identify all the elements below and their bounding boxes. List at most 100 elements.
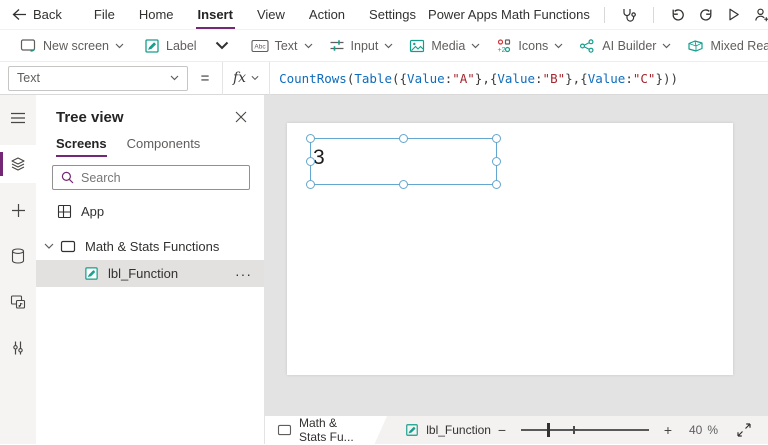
new-screen-button[interactable]: New screen (12, 38, 132, 53)
redo-icon (698, 7, 714, 23)
menu-file[interactable]: File (82, 1, 127, 28)
zoom-slider-tick (570, 429, 578, 431)
ai-builder-icon (579, 38, 596, 54)
layers-icon (10, 156, 26, 172)
menu-action[interactable]: Action (297, 1, 357, 28)
fullscreen-button[interactable] (732, 418, 756, 442)
resize-handle-bottom-middle[interactable] (399, 180, 408, 189)
text-menu-button[interactable]: Abc Text (243, 39, 321, 53)
media-menu-button[interactable]: Media (401, 39, 488, 53)
control-breadcrumb[interactable]: lbl_Function (405, 423, 491, 437)
zoom-in-button[interactable]: + (657, 422, 679, 438)
fx-label: fx (233, 70, 246, 86)
formula-bar: Text = fx CountRows(Table({Value:"A"},{V… (0, 62, 768, 95)
selected-label-control[interactable]: 3 (310, 138, 497, 185)
svg-text:Abc: Abc (254, 43, 266, 50)
property-select-value: Text (17, 71, 170, 85)
resize-handle-top-left[interactable] (306, 134, 315, 143)
rail-advanced-tools-button[interactable] (0, 329, 36, 367)
insert-ribbon: New screen Label Abc Text Input Media +2… (0, 30, 768, 62)
resize-handle-middle-left[interactable] (306, 157, 315, 166)
resize-handle-middle-right[interactable] (492, 157, 501, 166)
plus-icon (11, 203, 26, 218)
menu-settings[interactable]: Settings (357, 1, 428, 28)
tab-screens[interactable]: Screens (56, 134, 107, 157)
screen-breadcrumb-tab[interactable]: Math & Stats Fu... (265, 416, 387, 445)
icons-menu-button[interactable]: +2 Icons (488, 38, 571, 54)
input-menu-button[interactable]: Input (321, 38, 402, 53)
share-button[interactable] (748, 2, 768, 28)
tree-item-app[interactable]: App (36, 198, 264, 225)
chevron-down-icon (662, 43, 671, 49)
property-select[interactable]: Text (8, 66, 188, 91)
chevron-down-icon[interactable] (44, 243, 54, 250)
input-sliders-icon (329, 38, 345, 53)
tree-item-app-label: App (81, 204, 104, 219)
left-navigation-rail (0, 95, 36, 444)
zoom-slider-thumb[interactable] (547, 423, 550, 437)
icons-label: Icons (518, 39, 548, 53)
zoom-slider[interactable] (521, 429, 649, 431)
tree-item-screen[interactable]: Math & Stats Functions (36, 233, 264, 260)
label-label: Label (166, 39, 197, 53)
undo-button[interactable] (664, 2, 692, 28)
database-icon (11, 248, 25, 264)
mixed-reality-menu-button[interactable]: Mixed Reality (679, 39, 768, 53)
rail-data-button[interactable] (0, 237, 36, 275)
tools-icon (11, 340, 25, 356)
canvas-area[interactable]: 3 (265, 95, 768, 415)
menu-insert[interactable]: Insert (186, 1, 245, 28)
play-preview-button[interactable] (720, 2, 748, 28)
icons-grid-icon: +2 (496, 38, 512, 54)
back-arrow-icon (12, 8, 27, 21)
fx-dropdown[interactable]: fx (222, 62, 270, 95)
top-actions (594, 2, 768, 28)
tree-view-close-button[interactable] (232, 108, 250, 126)
expand-icon (737, 423, 751, 437)
resize-handle-bottom-right[interactable] (492, 180, 501, 189)
resize-handle-top-middle[interactable] (399, 134, 408, 143)
chevron-down-icon (115, 43, 124, 49)
app-grid-icon (57, 204, 72, 219)
chevron-down-icon (384, 43, 393, 49)
resize-handle-top-right[interactable] (492, 134, 501, 143)
zoom-out-button[interactable]: − (491, 422, 513, 438)
rail-tree-view-button[interactable] (0, 145, 36, 183)
back-button[interactable]: Back (12, 7, 62, 22)
equals-sign: = (188, 70, 222, 87)
tree-search-box[interactable] (52, 165, 250, 190)
app-title: Power Apps Math Functions (428, 7, 590, 22)
label-expand-chevron-icon[interactable] (215, 41, 229, 50)
svg-text:+2: +2 (498, 47, 506, 54)
tree-view-panel: Tree view Screens Components App Math & … (36, 95, 265, 444)
menu-home[interactable]: Home (127, 1, 186, 28)
tree-item-screen-label: Math & Stats Functions (85, 239, 219, 254)
tree-item-control-label: lbl_Function (108, 266, 178, 281)
play-icon (726, 7, 741, 22)
tree-item-control-selected[interactable]: lbl_Function ··· (36, 260, 264, 287)
control-breadcrumb-label: lbl_Function (426, 423, 491, 437)
screen-artboard[interactable]: 3 (287, 123, 733, 375)
label-icon (144, 38, 160, 54)
divider (604, 7, 605, 23)
ai-builder-menu-button[interactable]: AI Builder (571, 38, 679, 54)
media-screens-icon (10, 294, 26, 310)
label-button[interactable]: Label (136, 38, 205, 54)
menu-view[interactable]: View (245, 1, 297, 28)
tab-components[interactable]: Components (127, 134, 201, 157)
search-input[interactable] (81, 171, 242, 185)
app-checker-button[interactable] (615, 2, 643, 28)
redo-button[interactable] (692, 2, 720, 28)
menu-tabs: File Home Insert View Action Settings (82, 1, 428, 28)
more-options-button[interactable]: ··· (235, 260, 252, 287)
chevron-down-icon (554, 43, 563, 49)
rail-insert-button[interactable] (0, 191, 36, 229)
bottom-status-bar: Math & Stats Fu... lbl_Function − + 40 % (265, 415, 768, 444)
close-icon (235, 111, 247, 123)
resize-handle-bottom-left[interactable] (306, 180, 315, 189)
rail-media-button[interactable] (0, 283, 36, 321)
rail-hamburger-button[interactable] (0, 99, 36, 137)
formula-text[interactable]: CountRows(Table({Value:"A"},{Value:"B"},… (270, 62, 768, 95)
text-label: Text (275, 39, 298, 53)
ai-builder-label: AI Builder (602, 39, 656, 53)
